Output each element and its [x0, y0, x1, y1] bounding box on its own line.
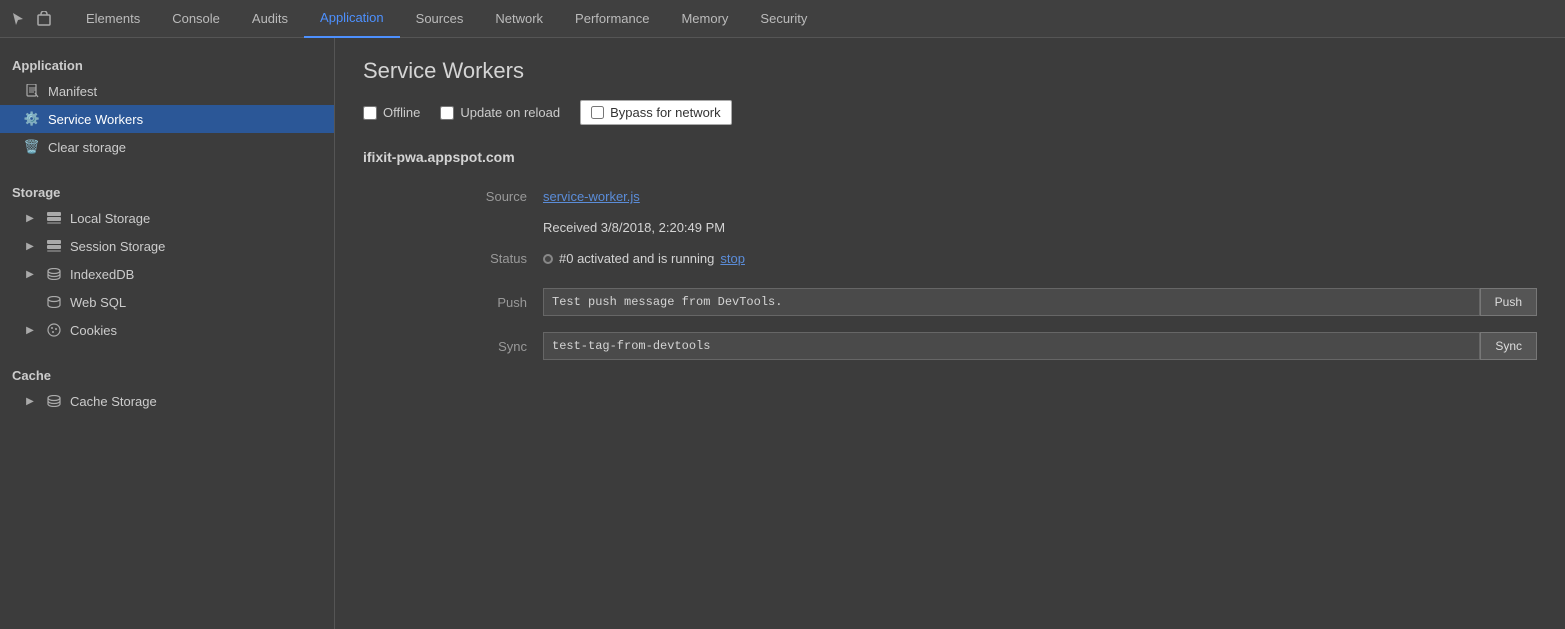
push-row: Push Push [443, 282, 1537, 322]
info-grid: Source service-worker.js Received 3/8/20… [443, 181, 1537, 274]
indexeddb-label: IndexedDB [70, 267, 322, 282]
content-panel: Service Workers Offline Update on reload… [335, 38, 1565, 629]
domain-row: ifixit-pwa.appspot.com [363, 149, 1537, 165]
bypass-for-network-checkbox[interactable] [591, 106, 604, 119]
clear-storage-icon: 🗑️ [24, 139, 40, 155]
sync-row: Sync Sync [443, 326, 1537, 366]
web-sql-icon [46, 294, 62, 310]
checkboxes-row: Offline Update on reload Bypass for netw… [363, 100, 1537, 125]
sidebar-item-manifest[interactable]: Manifest [0, 77, 334, 105]
local-storage-label: Local Storage [70, 211, 322, 226]
source-label: Source [443, 181, 543, 212]
cookies-label: Cookies [70, 323, 322, 338]
session-storage-icon [46, 238, 62, 254]
tab-elements[interactable]: Elements [70, 0, 156, 38]
bypass-for-network-box[interactable]: Bypass for network [580, 100, 732, 125]
sidebar-item-local-storage[interactable]: ▶ Local Storage [0, 204, 334, 232]
bypass-for-network-label: Bypass for network [610, 105, 721, 120]
offline-label: Offline [383, 105, 420, 120]
sync-button[interactable]: Sync [1480, 332, 1537, 360]
sidebar-item-session-storage[interactable]: ▶ Session Storage [0, 232, 334, 260]
cursor-icon[interactable] [8, 9, 28, 29]
cookies-arrow: ▶ [24, 324, 36, 336]
status-value: #0 activated and is running stop [543, 243, 1537, 274]
sidebar-item-clear-storage[interactable]: 🗑️ Clear storage [0, 133, 334, 161]
update-on-reload-checkbox[interactable] [440, 106, 454, 120]
cache-storage-icon [46, 393, 62, 409]
main-area: Application Manifest ⚙️ Service Workers … [0, 38, 1565, 629]
box-icon[interactable] [34, 9, 54, 29]
push-button[interactable]: Push [1480, 288, 1537, 316]
panel-title: Service Workers [363, 58, 1537, 84]
tab-console[interactable]: Console [156, 0, 236, 38]
sidebar-item-cache-storage[interactable]: ▶ Cache Storage [0, 387, 334, 415]
session-storage-label: Session Storage [70, 239, 322, 254]
cookies-icon [46, 322, 62, 338]
devtools-icons [8, 9, 54, 29]
sidebar-item-web-sql[interactable]: ▶ Web SQL [0, 288, 334, 316]
sync-input[interactable] [543, 332, 1480, 360]
tab-bar: Elements Console Audits Application Sour… [0, 0, 1565, 38]
tab-sources[interactable]: Sources [400, 0, 480, 38]
cache-storage-label: Cache Storage [70, 394, 322, 409]
indexeddb-icon [46, 266, 62, 282]
source-link[interactable]: service-worker.js [543, 189, 640, 204]
push-input[interactable] [543, 288, 1480, 316]
received-spacer [443, 212, 543, 243]
cache-section-label: Cache [0, 356, 334, 387]
tab-security[interactable]: Security [744, 0, 823, 38]
application-section-label: Application [0, 46, 334, 77]
domain-text: ifixit-pwa.appspot.com [363, 149, 515, 165]
tab-application[interactable]: Application [304, 0, 400, 38]
status-text: #0 activated and is running [559, 251, 714, 266]
stop-link[interactable]: stop [720, 251, 745, 266]
sidebar-item-service-workers[interactable]: ⚙️ Service Workers [0, 105, 334, 133]
service-workers-label: Service Workers [48, 112, 322, 127]
offline-checkbox-item[interactable]: Offline [363, 105, 420, 120]
service-workers-icon: ⚙️ [24, 111, 40, 127]
indexeddb-arrow: ▶ [24, 268, 36, 280]
tab-audits[interactable]: Audits [236, 0, 304, 38]
tab-performance[interactable]: Performance [559, 0, 665, 38]
offline-checkbox[interactable] [363, 106, 377, 120]
storage-section-label: Storage [0, 173, 334, 204]
sync-label: Sync [443, 326, 543, 366]
received-value: Received 3/8/2018, 2:20:49 PM [543, 212, 1537, 243]
cache-storage-arrow: ▶ [24, 395, 36, 407]
sidebar-item-cookies[interactable]: ▶ Cookies [0, 316, 334, 344]
local-storage-icon [46, 210, 62, 226]
sidebar: Application Manifest ⚙️ Service Workers … [0, 38, 335, 629]
web-sql-label: Web SQL [70, 295, 322, 310]
tab-memory[interactable]: Memory [665, 0, 744, 38]
update-on-reload-checkbox-item[interactable]: Update on reload [440, 105, 560, 120]
tab-network[interactable]: Network [479, 0, 559, 38]
source-value: service-worker.js [543, 181, 1537, 212]
session-storage-arrow: ▶ [24, 240, 36, 252]
push-label: Push [443, 282, 543, 322]
manifest-label: Manifest [48, 84, 322, 99]
status-dot [543, 254, 553, 264]
local-storage-arrow: ▶ [24, 212, 36, 224]
sidebar-item-indexeddb[interactable]: ▶ IndexedDB [0, 260, 334, 288]
manifest-icon [24, 83, 40, 99]
update-on-reload-label: Update on reload [460, 105, 560, 120]
clear-storage-label: Clear storage [48, 140, 322, 155]
status-label: Status [443, 243, 543, 274]
